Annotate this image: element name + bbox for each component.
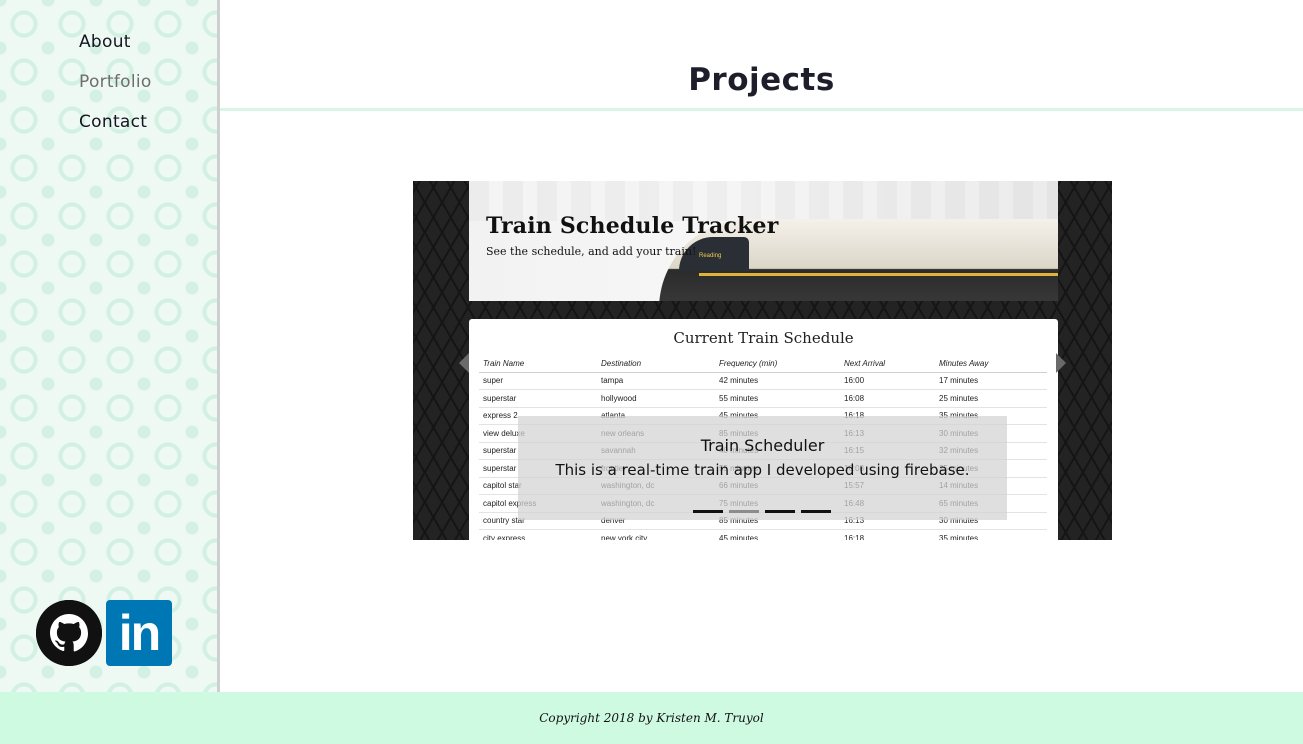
table-cell: super [479,372,597,390]
title-divider [220,108,1303,111]
column-header: Train Name [479,355,597,373]
caption-title: Train Scheduler [700,436,825,455]
nav-link-contact[interactable]: Contact [79,110,152,150]
column-header: Minutes Away [935,355,1047,373]
caption-text: This is a real-time train app I develope… [555,461,970,479]
column-header: Next Arrival [840,355,935,373]
carousel-indicator[interactable] [765,510,795,513]
table-cell: 17 minutes [935,372,1047,390]
carousel-next-icon[interactable] [1056,353,1066,373]
table-cell: new york city [597,529,715,540]
carousel-prev-icon[interactable] [459,353,469,373]
schedule-title: Current Train Schedule [673,329,854,347]
table-cell: 45 minutes [715,529,840,540]
table-cell: 35 minutes [935,529,1047,540]
table-row: city express new york city 45 minutes 16:18… [479,529,1047,540]
table-cell: superstar [479,389,597,408]
slide-hero-banner: Train Schedule Tracker See the schedule,… [469,181,1058,301]
sidebar: About Portfolio Contact in [0,0,220,692]
table-cell: 16:08 [840,389,935,408]
carousel-indicators [693,510,831,513]
table-row: superstar hollywood 55 minutes 16:08 25 minu… [479,389,1047,408]
social-links: in [36,600,172,666]
slide-caption: Train Scheduler This is a real-time trai… [518,416,1007,520]
page-title: Projects [688,62,835,98]
column-header: Destination [597,355,715,373]
train-sign: Reading [699,253,722,259]
table-cell: hollywood [597,389,715,408]
project-carousel[interactable]: Train Schedule Tracker See the schedule,… [413,181,1112,540]
table-cell: 16:18 [840,529,935,540]
nav-link-about[interactable]: About [79,30,152,70]
side-nav: About Portfolio Contact [79,30,152,150]
carousel-indicator[interactable] [693,510,723,513]
linkedin-icon[interactable]: in [106,600,172,666]
github-icon[interactable] [36,600,102,666]
carousel-indicator[interactable] [801,510,831,513]
table-cell: 55 minutes [715,389,840,408]
footer-copyright: Copyright 2018 by Kristen M. Truyol [0,692,1303,744]
carousel-indicator[interactable] [729,510,759,513]
column-header: Frequency (min) [715,355,840,373]
table-cell: tampa [597,372,715,390]
table-row: super tampa 42 minutes 16:00 17 minutes [479,372,1047,390]
train-stripe [699,273,1058,276]
table-header-row: Train Name Destination Frequency (min) N… [479,355,1047,373]
slide-hero-title: Train Schedule Tracker [486,213,779,239]
table-cell: city express [479,529,597,540]
nav-link-portfolio[interactable]: Portfolio [79,70,152,110]
table-cell: 16:00 [840,372,935,390]
table-cell: 25 minutes [935,389,1047,408]
table-cell: 42 minutes [715,372,840,390]
slide-hero-subtitle: See the schedule, and add your train! [486,245,697,258]
